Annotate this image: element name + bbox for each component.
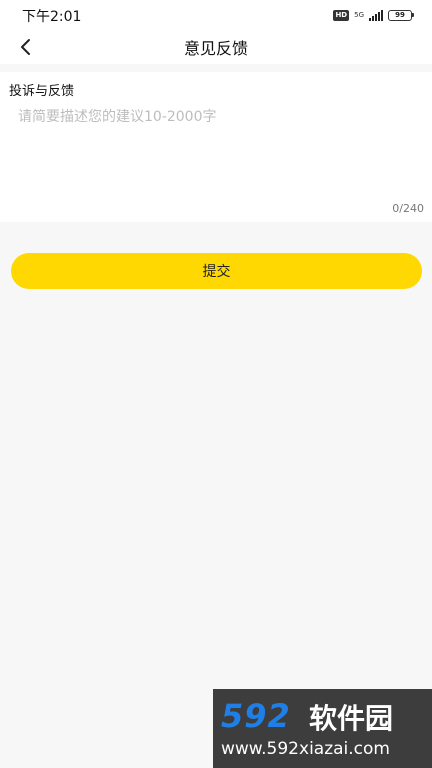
char-counter: 0/240 <box>392 202 424 215</box>
signal-icon <box>369 9 383 21</box>
network-type-label: 5G <box>354 10 364 19</box>
status-time: 下午2:01 <box>22 9 82 25</box>
watermark-logo: 592 软件园 www.592xiazai.com <box>213 689 432 768</box>
battery-icon: 99 <box>388 9 414 21</box>
hd-icon: HD <box>333 9 350 21</box>
status-bar: 下午2:01 HD 5G 99 <box>0 0 432 30</box>
watermark-brand: 592 <box>221 697 291 735</box>
feedback-label: 投诉与反馈 <box>9 84 75 99</box>
battery-level: 99 <box>395 11 405 19</box>
watermark-url: www.592xiazai.com <box>221 739 390 759</box>
page-title: 意见反馈 <box>183 39 248 58</box>
status-icons: HD 5G 99 <box>333 8 414 22</box>
watermark-brand-cn: 软件园 <box>309 702 394 735</box>
nav-bar: 意见反馈 <box>0 30 432 64</box>
submit-button[interactable]: 提交 <box>11 253 422 289</box>
feedback-card: 投诉与反馈 0/240 <box>0 72 432 222</box>
feedback-input[interactable] <box>10 102 422 197</box>
